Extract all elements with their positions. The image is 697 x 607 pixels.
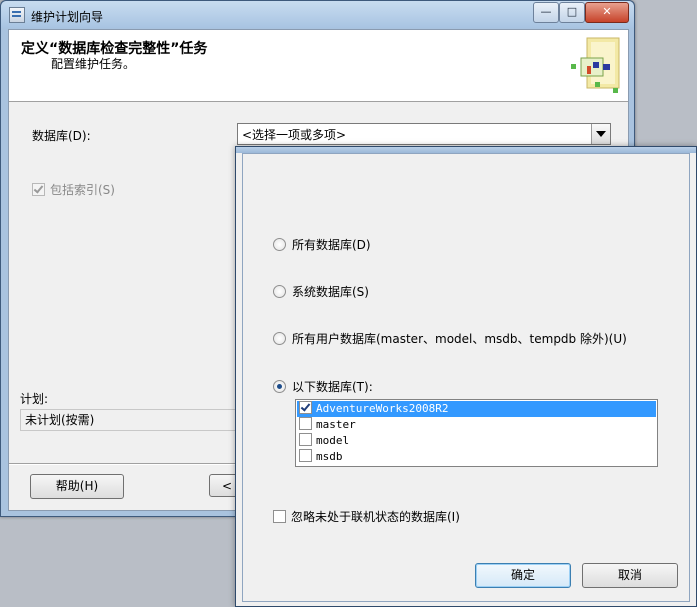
radio-user-databases[interactable]: 所有用户数据库(master、model、msdb、tempdb 除外)(U) [273,330,627,347]
radio-selected-icon [273,380,286,393]
radio-these-databases-label: 以下数据库(T): [292,380,373,394]
database-name: model [316,434,350,447]
database-name: msdb [316,450,343,463]
checkbox-icon [32,183,45,196]
list-item[interactable]: model [297,433,656,449]
radio-system-databases-label: 系统数据库(S) [292,285,369,299]
plan-field: 未计划(按需) [20,409,246,431]
ignore-offline-label: 忽略未处于联机状态的数据库(I) [291,510,460,524]
page-subtitle: 配置维护任务。 [51,57,136,71]
header-band: 定义“数据库检查完整性”任务 配置维护任务。 [9,30,628,102]
radio-user-databases-label: 所有用户数据库(master、model、msdb、tempdb 除外)(U) [292,332,627,346]
database-list[interactable]: AdventureWorks2008R2 master model msdb [295,399,658,467]
window-title: 维护计划向导 [31,10,104,24]
radio-system-databases[interactable]: 系统数据库(S) [273,283,369,300]
databases-dropdown-value: <选择一项或多项> [242,128,347,142]
popup-content: 所有数据库(D) 系统数据库(S) 所有用户数据库(master、model、m… [242,153,690,602]
help-button[interactable]: 帮助(H) [30,474,124,499]
ignore-offline-checkbox[interactable]: 忽略未处于联机状态的数据库(I) [273,508,460,525]
ok-button[interactable]: 确定 [475,563,571,588]
wizard-graphic-icon [571,37,620,93]
database-name: master [316,418,356,431]
database-selection-popup: 所有数据库(D) 系统数据库(S) 所有用户数据库(master、model、m… [235,146,697,607]
maximize-button[interactable]: □ [559,2,585,23]
list-item[interactable]: AdventureWorks2008R2 [297,401,656,417]
databases-dropdown[interactable]: <选择一项或多项> [237,123,611,145]
include-indexes-label: 包括索引(S) [50,183,115,197]
title-bar[interactable]: 维护计划向导 — □ ✕ [1,1,634,28]
plan-label: 计划: [20,392,49,406]
databases-label: 数据库(D): [32,129,91,143]
include-indexes-checkbox[interactable]: 包括索引(S) [32,181,115,198]
checkbox-icon[interactable] [299,417,312,430]
cancel-button[interactable]: 取消 [582,563,678,588]
checkbox-icon [273,510,286,523]
radio-icon [273,238,286,251]
list-item[interactable]: master [297,417,656,433]
radio-these-databases[interactable]: 以下数据库(T): [273,378,373,395]
checkbox-icon[interactable] [299,401,312,414]
radio-icon [273,332,286,345]
close-button[interactable]: ✕ [585,2,629,23]
radio-all-databases-label: 所有数据库(D) [292,238,371,252]
checkbox-icon[interactable] [299,449,312,462]
database-name: AdventureWorks2008R2 [316,402,449,415]
wizard-app-icon [9,7,25,23]
minimize-button[interactable]: — [533,2,559,23]
chevron-down-icon[interactable] [591,124,610,144]
radio-all-databases[interactable]: 所有数据库(D) [273,236,371,253]
radio-icon [273,285,286,298]
checkbox-icon[interactable] [299,433,312,446]
list-item[interactable]: msdb [297,449,656,465]
